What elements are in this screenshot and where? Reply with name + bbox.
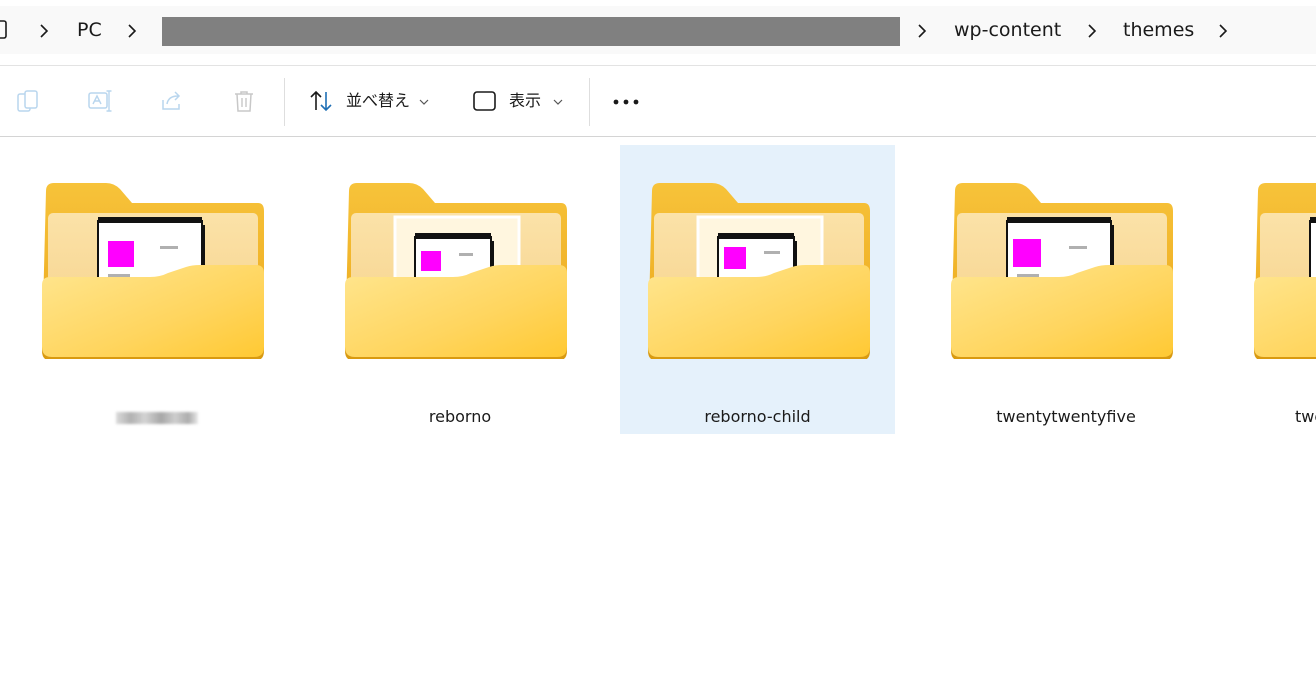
folder-name: reborno <box>428 407 492 426</box>
chevron-down-icon <box>419 99 429 105</box>
folder-item[interactable] <box>20 145 294 434</box>
sort-label: 並べ替え <box>346 91 411 110</box>
breadcrumb-item-pc[interactable]: PC <box>77 18 102 42</box>
breadcrumb-item-themes[interactable]: themes <box>1123 18 1194 42</box>
chevron-right-icon[interactable] <box>125 21 139 41</box>
breadcrumb-item-redacted[interactable] <box>162 17 900 46</box>
view-icon <box>473 91 496 111</box>
chevron-right-icon[interactable] <box>915 21 929 41</box>
chevron-right-icon[interactable] <box>1216 21 1230 41</box>
folder-name: twe <box>1295 407 1316 426</box>
folder-item[interactable]: twe <box>1232 145 1316 434</box>
folder-name-redacted <box>116 412 198 424</box>
folder-icon <box>951 183 1173 359</box>
breadcrumb-item-wp-content[interactable]: wp-content <box>954 18 1061 42</box>
view-button[interactable]: 表示 <box>468 76 572 124</box>
rename-icon[interactable] <box>87 88 113 114</box>
view-label: 表示 <box>509 91 542 110</box>
folder-icon <box>42 183 264 359</box>
folder-item-selected[interactable]: reborno-child <box>620 145 895 434</box>
toolbar-separator <box>284 78 285 126</box>
command-bar: 並べ替え 表示 <box>0 65 1316 137</box>
address-bar[interactable]: PC wp-content themes <box>0 6 1316 54</box>
share-icon[interactable] <box>159 88 185 114</box>
folder-name: reborno-child <box>704 407 811 426</box>
folder-icon <box>1254 183 1316 359</box>
chevron-down-icon <box>553 99 563 105</box>
chevron-right-icon[interactable] <box>1085 21 1099 41</box>
pc-icon[interactable] <box>0 19 9 41</box>
delete-icon[interactable] <box>231 88 257 114</box>
folder-icon <box>345 183 567 359</box>
folder-name: twentytwentyfive <box>996 407 1136 426</box>
folder-item[interactable]: twentytwentyfive <box>929 145 1203 434</box>
sort-button[interactable]: 並べ替え <box>304 76 438 124</box>
toolbar-separator <box>589 78 590 126</box>
folder-item[interactable]: reborno <box>323 145 597 434</box>
file-view[interactable]: reborno reborno-child twentytwentyfive t… <box>0 136 1316 699</box>
chevron-right-icon[interactable] <box>37 21 51 41</box>
more-icon[interactable] <box>610 92 642 110</box>
sort-icon <box>310 90 332 112</box>
copy-icon[interactable] <box>15 88 41 114</box>
folder-icon <box>648 183 870 359</box>
